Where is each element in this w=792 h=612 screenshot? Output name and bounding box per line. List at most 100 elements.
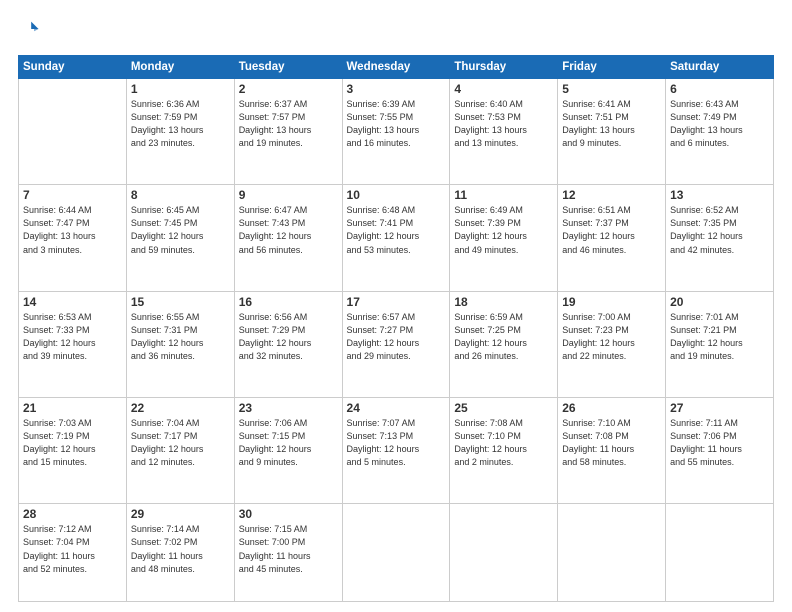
day-number: 6	[670, 82, 769, 96]
calendar-week-row: 1Sunrise: 6:36 AM Sunset: 7:59 PM Daylig…	[19, 79, 774, 185]
weekday-header-thursday: Thursday	[450, 56, 558, 79]
calendar-cell	[558, 504, 666, 602]
day-info: Sunrise: 6:44 AM Sunset: 7:47 PM Dayligh…	[23, 204, 122, 256]
calendar-cell: 5 Sunrise: 6:41 AM Sunset: 7:51 PM Daylig…	[558, 79, 666, 185]
calendar-cell: 10Sunrise: 6:48 AM Sunset: 7:41 PM Dayli…	[342, 185, 450, 291]
weekday-header-sunday: Sunday	[19, 56, 127, 79]
day-number: 8	[131, 188, 230, 202]
day-number: 27	[670, 401, 769, 415]
day-number: 24	[347, 401, 446, 415]
calendar-cell: 17 Sunrise: 6:57 AM Sunset: 7:27 PM Dayli…	[342, 291, 450, 397]
calendar-cell: 9 Sunrise: 6:47 AM Sunset: 7:43 PM Daylig…	[234, 185, 342, 291]
day-info: Sunrise: 6:37 AM Sunset: 7:57 PM Dayligh…	[239, 98, 338, 150]
logo-icon	[18, 18, 40, 40]
weekday-header-row: SundayMondayTuesdayWednesdayThursdayFrid…	[19, 56, 774, 79]
weekday-header-tuesday: Tuesday	[234, 56, 342, 79]
day-info: Sunrise: 6:45 AM Sunset: 7:45 PM Dayligh…	[131, 204, 230, 256]
weekday-header-wednesday: Wednesday	[342, 56, 450, 79]
calendar-cell: 26 Sunrise: 7:10 AM Sunset: 7:08 PM Dayli…	[558, 398, 666, 504]
header	[18, 18, 774, 45]
day-number: 17	[347, 295, 446, 309]
calendar-cell: 22 Sunrise: 7:04 AM Sunset: 7:17 PM Dayli…	[126, 398, 234, 504]
day-info: Sunrise: 6:41 AM Sunset: 7:51 PM Dayligh…	[562, 98, 661, 150]
day-number: 13	[670, 188, 769, 202]
day-number: 15	[131, 295, 230, 309]
day-info: Sunrise: 6:57 AM Sunset: 7:27 PM Dayligh…	[347, 311, 446, 363]
calendar-cell: 25 Sunrise: 7:08 AM Sunset: 7:10 PM Dayli…	[450, 398, 558, 504]
day-info: Sunrise: 6:55 AM Sunset: 7:31 PM Dayligh…	[131, 311, 230, 363]
logo	[18, 18, 42, 45]
calendar-cell: 28 Sunrise: 7:12 AM Sunset: 7:04 PM Dayli…	[19, 504, 127, 602]
day-info: Sunrise: 7:06 AM Sunset: 7:15 PM Dayligh…	[239, 417, 338, 469]
day-number: 22	[131, 401, 230, 415]
day-number: 29	[131, 507, 230, 521]
day-info: Sunrise: 6:43 AM Sunset: 7:49 PM Dayligh…	[670, 98, 769, 150]
day-info: Sunrise: 6:59 AM Sunset: 7:25 PM Dayligh…	[454, 311, 553, 363]
day-info: Sunrise: 6:47 AM Sunset: 7:43 PM Dayligh…	[239, 204, 338, 256]
day-info: Sunrise: 6:56 AM Sunset: 7:29 PM Dayligh…	[239, 311, 338, 363]
day-info: Sunrise: 6:53 AM Sunset: 7:33 PM Dayligh…	[23, 311, 122, 363]
day-number: 7	[23, 188, 122, 202]
calendar-table: SundayMondayTuesdayWednesdayThursdayFrid…	[18, 55, 774, 602]
calendar-week-row: 28 Sunrise: 7:12 AM Sunset: 7:04 PM Dayli…	[19, 504, 774, 602]
day-number: 28	[23, 507, 122, 521]
calendar-week-row: 21 Sunrise: 7:03 AM Sunset: 7:19 PM Dayli…	[19, 398, 774, 504]
calendar-cell: 11 Sunrise: 6:49 AM Sunset: 7:39 PM Dayli…	[450, 185, 558, 291]
calendar-cell: 29 Sunrise: 7:14 AM Sunset: 7:02 PM Dayli…	[126, 504, 234, 602]
day-info: Sunrise: 7:12 AM Sunset: 7:04 PM Dayligh…	[23, 523, 122, 575]
day-number: 10	[347, 188, 446, 202]
day-info: Sunrise: 6:52 AM Sunset: 7:35 PM Dayligh…	[670, 204, 769, 256]
weekday-header-friday: Friday	[558, 56, 666, 79]
day-info: Sunrise: 7:03 AM Sunset: 7:19 PM Dayligh…	[23, 417, 122, 469]
day-number: 21	[23, 401, 122, 415]
calendar-cell: 14Sunrise: 6:53 AM Sunset: 7:33 PM Dayli…	[19, 291, 127, 397]
day-number: 25	[454, 401, 553, 415]
day-info: Sunrise: 7:00 AM Sunset: 7:23 PM Dayligh…	[562, 311, 661, 363]
calendar-cell: 8 Sunrise: 6:45 AM Sunset: 7:45 PM Daylig…	[126, 185, 234, 291]
calendar-cell	[450, 504, 558, 602]
calendar-cell: 1Sunrise: 6:36 AM Sunset: 7:59 PM Daylig…	[126, 79, 234, 185]
weekday-header-saturday: Saturday	[666, 56, 774, 79]
calendar-cell: 7 Sunrise: 6:44 AM Sunset: 7:47 PM Daylig…	[19, 185, 127, 291]
calendar-cell: 30Sunrise: 7:15 AM Sunset: 7:00 PM Dayli…	[234, 504, 342, 602]
calendar-cell: 6 Sunrise: 6:43 AM Sunset: 7:49 PM Daylig…	[666, 79, 774, 185]
calendar-cell: 18 Sunrise: 6:59 AM Sunset: 7:25 PM Dayli…	[450, 291, 558, 397]
day-number: 5	[562, 82, 661, 96]
day-number: 11	[454, 188, 553, 202]
day-number: 30	[239, 507, 338, 521]
day-info: Sunrise: 7:04 AM Sunset: 7:17 PM Dayligh…	[131, 417, 230, 469]
calendar-cell: 4 Sunrise: 6:40 AM Sunset: 7:53 PM Daylig…	[450, 79, 558, 185]
calendar-cell: 19Sunrise: 7:00 AM Sunset: 7:23 PM Dayli…	[558, 291, 666, 397]
calendar-cell	[342, 504, 450, 602]
day-info: Sunrise: 7:10 AM Sunset: 7:08 PM Dayligh…	[562, 417, 661, 469]
day-number: 16	[239, 295, 338, 309]
calendar-cell: 24 Sunrise: 7:07 AM Sunset: 7:13 PM Dayli…	[342, 398, 450, 504]
day-info: Sunrise: 7:08 AM Sunset: 7:10 PM Dayligh…	[454, 417, 553, 469]
day-number: 9	[239, 188, 338, 202]
calendar-cell: 27 Sunrise: 7:11 AM Sunset: 7:06 PM Dayli…	[666, 398, 774, 504]
day-number: 26	[562, 401, 661, 415]
day-info: Sunrise: 7:14 AM Sunset: 7:02 PM Dayligh…	[131, 523, 230, 575]
day-number: 2	[239, 82, 338, 96]
day-number: 4	[454, 82, 553, 96]
calendar-cell: 15 Sunrise: 6:55 AM Sunset: 7:31 PM Dayli…	[126, 291, 234, 397]
day-number: 18	[454, 295, 553, 309]
calendar-week-row: 14Sunrise: 6:53 AM Sunset: 7:33 PM Dayli…	[19, 291, 774, 397]
calendar-cell: 23Sunrise: 7:06 AM Sunset: 7:15 PM Dayli…	[234, 398, 342, 504]
day-info: Sunrise: 6:39 AM Sunset: 7:55 PM Dayligh…	[347, 98, 446, 150]
calendar-cell: 13 Sunrise: 6:52 AM Sunset: 7:35 PM Dayli…	[666, 185, 774, 291]
day-number: 20	[670, 295, 769, 309]
day-info: Sunrise: 7:01 AM Sunset: 7:21 PM Dayligh…	[670, 311, 769, 363]
calendar-cell: 12Sunrise: 6:51 AM Sunset: 7:37 PM Dayli…	[558, 185, 666, 291]
day-number: 12	[562, 188, 661, 202]
day-info: Sunrise: 7:11 AM Sunset: 7:06 PM Dayligh…	[670, 417, 769, 469]
day-info: Sunrise: 6:36 AM Sunset: 7:59 PM Dayligh…	[131, 98, 230, 150]
calendar-cell	[19, 79, 127, 185]
calendar-cell: 2 Sunrise: 6:37 AM Sunset: 7:57 PM Daylig…	[234, 79, 342, 185]
calendar-cell: 20 Sunrise: 7:01 AM Sunset: 7:21 PM Dayli…	[666, 291, 774, 397]
day-number: 3	[347, 82, 446, 96]
day-info: Sunrise: 6:49 AM Sunset: 7:39 PM Dayligh…	[454, 204, 553, 256]
day-info: Sunrise: 7:07 AM Sunset: 7:13 PM Dayligh…	[347, 417, 446, 469]
day-info: Sunrise: 6:40 AM Sunset: 7:53 PM Dayligh…	[454, 98, 553, 150]
calendar-cell	[666, 504, 774, 602]
